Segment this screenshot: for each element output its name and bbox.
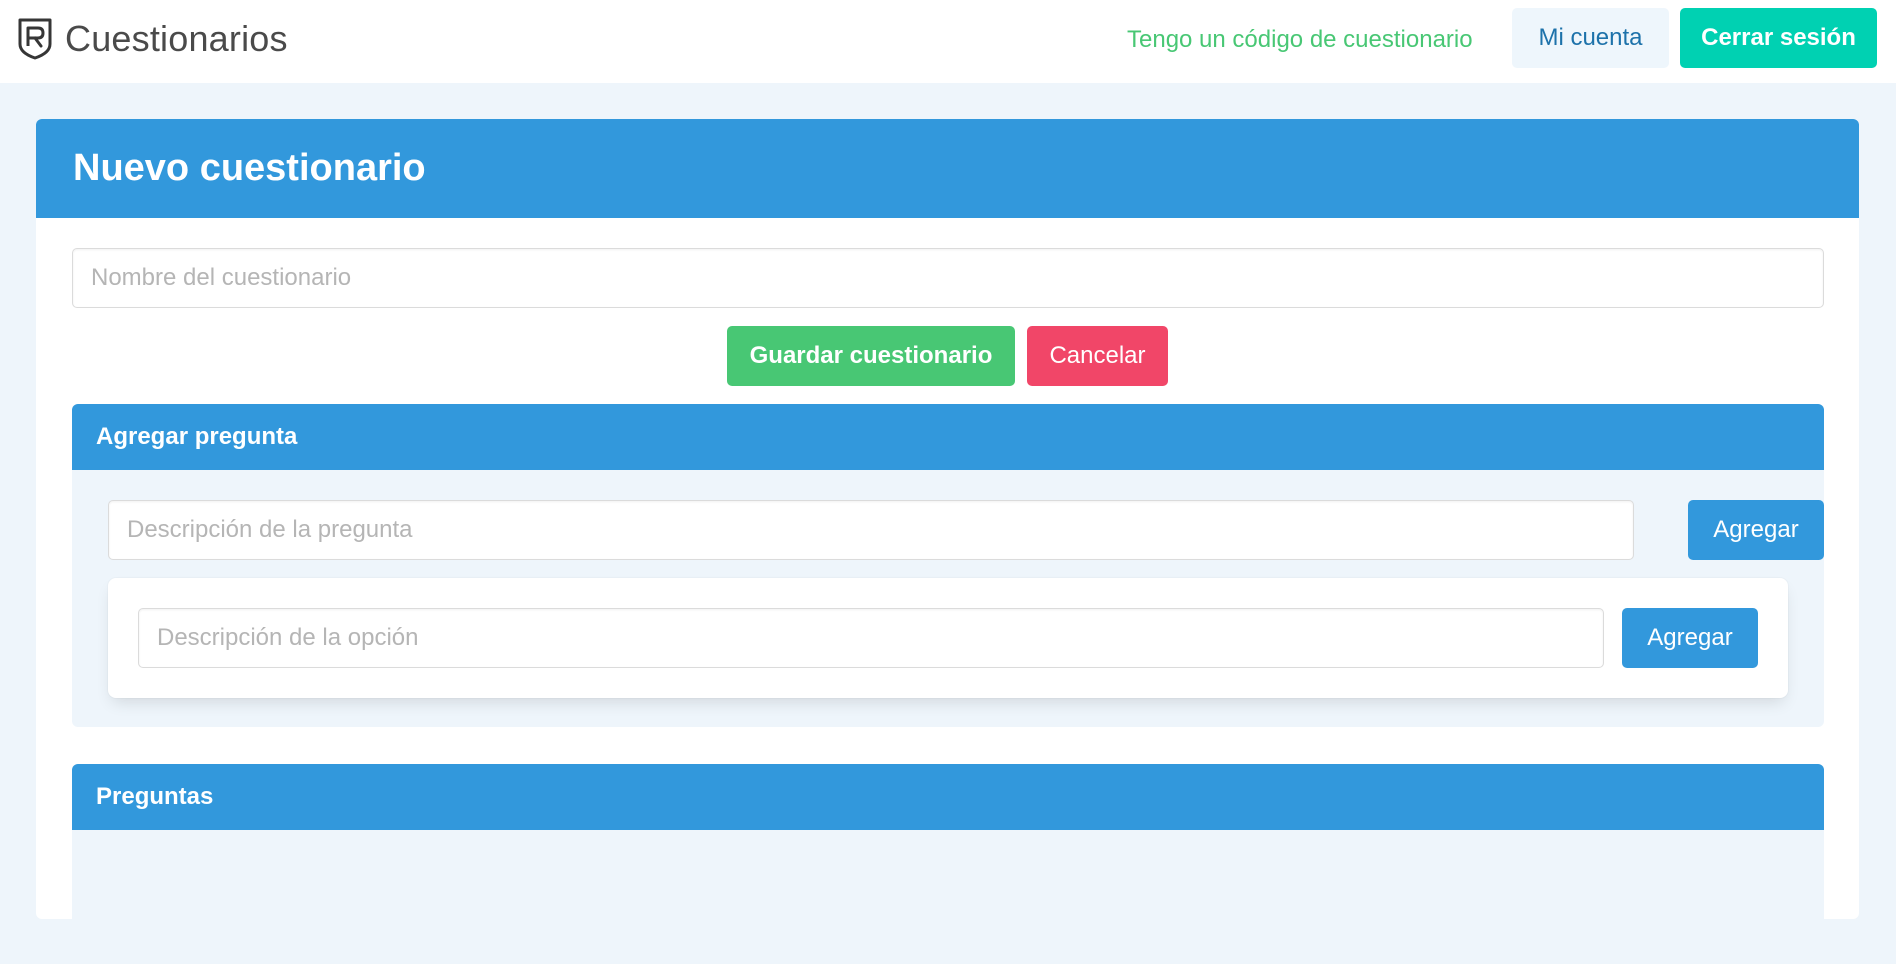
new-quiz-card: Nuevo cuestionario Guardar cuestionario … <box>36 119 1859 964</box>
brand-title: Cuestionarios <box>65 18 288 59</box>
questions-panel: Preguntas <box>72 764 1824 964</box>
add-question-panel: Agregar pregunta Agregar Agregar <box>72 404 1824 727</box>
brand[interactable]: Cuestionarios <box>17 16 288 62</box>
logout-button[interactable]: Cerrar sesión <box>1680 8 1877 68</box>
add-question-title: Agregar pregunta <box>96 423 298 450</box>
cancel-button[interactable]: Cancelar <box>1027 326 1168 386</box>
questions-title: Preguntas <box>96 783 214 810</box>
quiz-name-input[interactable] <box>72 248 1824 308</box>
add-question-header: Agregar pregunta <box>72 404 1824 470</box>
page-title: Nuevo cuestionario <box>73 147 426 189</box>
add-question-button[interactable]: Agregar <box>1688 500 1824 560</box>
question-description-input[interactable] <box>108 500 1634 560</box>
questions-header: Preguntas <box>72 764 1824 830</box>
option-box: Agregar <box>108 578 1788 698</box>
quiz-code-link[interactable]: Tengo un código de cuestionario <box>1127 22 1473 58</box>
card-header: Nuevo cuestionario <box>36 119 1859 218</box>
navbar: Cuestionarios Tengo un código de cuestio… <box>0 0 1896 83</box>
option-description-input[interactable] <box>138 608 1604 668</box>
shield-logo-icon <box>18 18 52 60</box>
add-option-button[interactable]: Agregar <box>1622 608 1758 668</box>
save-quiz-button[interactable]: Guardar cuestionario <box>727 326 1015 386</box>
my-account-button[interactable]: Mi cuenta <box>1512 8 1669 68</box>
